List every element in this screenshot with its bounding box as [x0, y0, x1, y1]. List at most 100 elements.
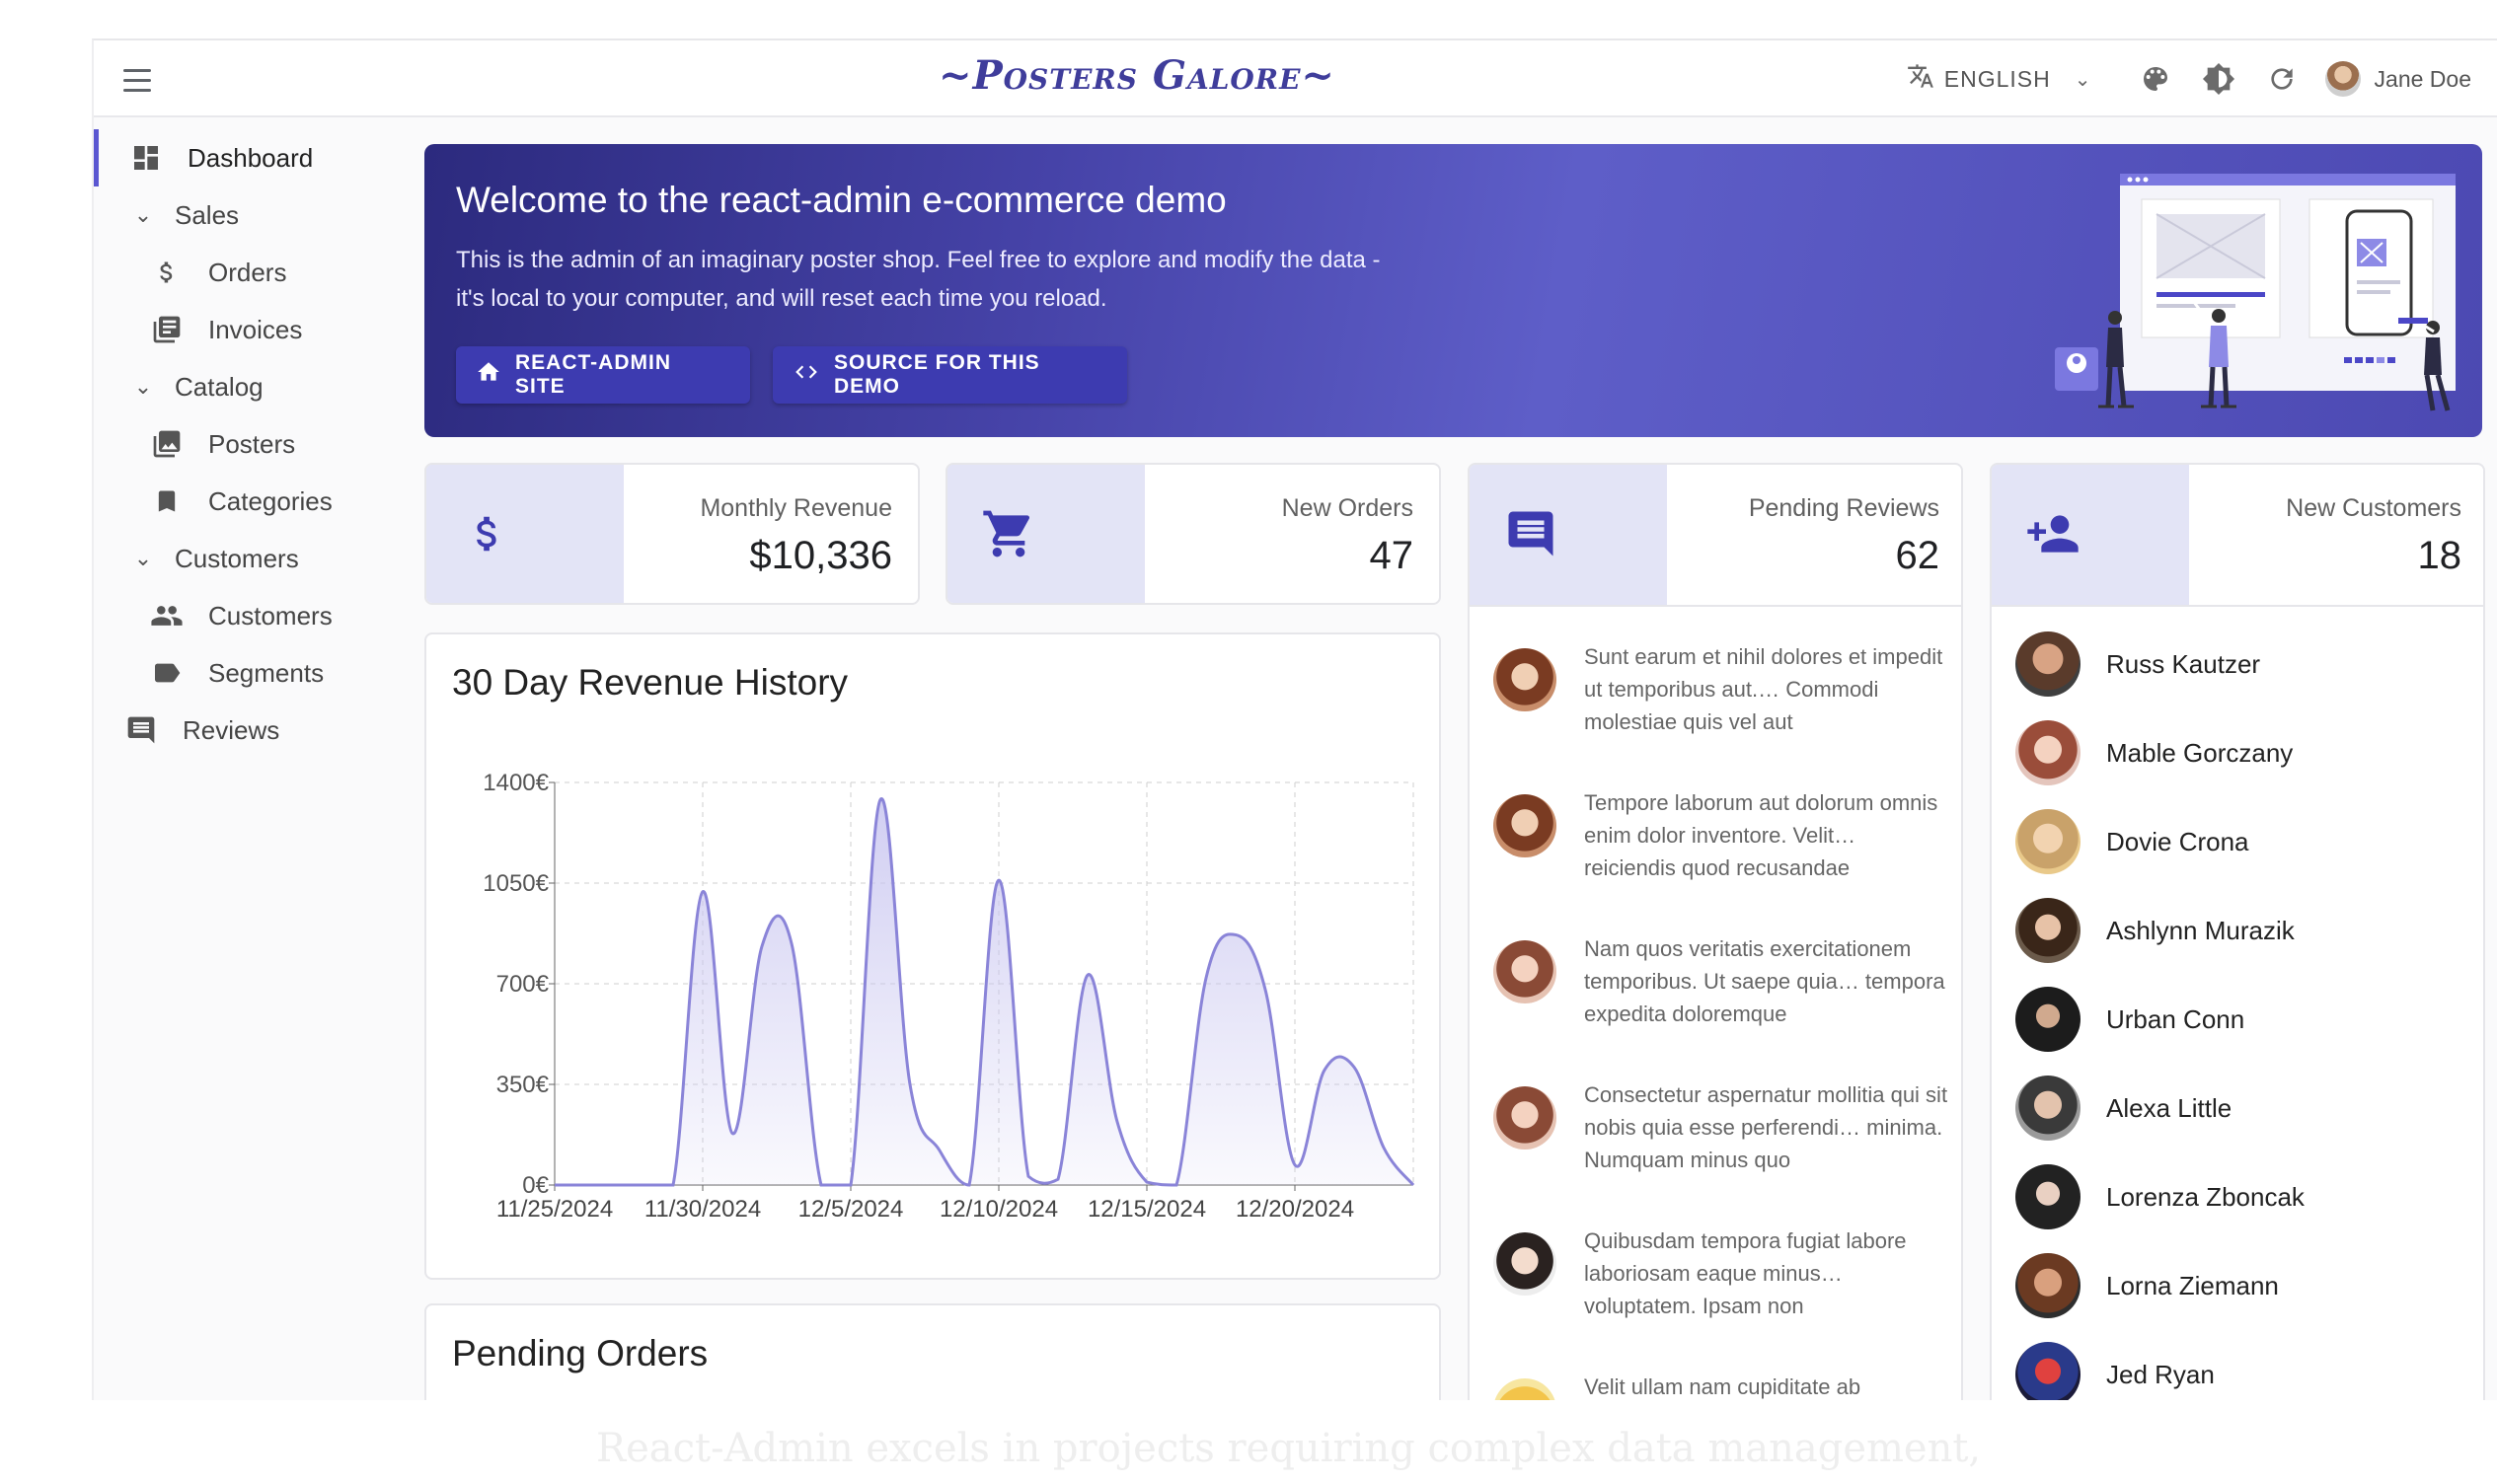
app-window: ~Posters Galore~ ENGLISH ⌄ Jane Doe Dash… [92, 38, 2497, 1402]
sidebar-item-label: Customers [175, 543, 299, 573]
customer-name: Lorenza Zboncak [2106, 1181, 2305, 1212]
customer-item[interactable]: Russ Kautzer [2015, 631, 2479, 698]
menu-icon[interactable] [117, 60, 157, 100]
reviewer-avatar [1493, 940, 1556, 1003]
sidebar-group-catalog[interactable]: ⌄ Catalog [94, 358, 410, 415]
stat-label: Monthly Revenue [700, 494, 892, 522]
customer-name: Urban Conn [2106, 1003, 2245, 1034]
sidebar-item-label: Sales [175, 199, 240, 230]
sidebar-item-label: Categories [208, 485, 333, 516]
customer-avatar [2015, 1253, 2081, 1318]
new-customers-card: New Customers 18 Russ Kautzer Mable Gorc… [1990, 463, 2485, 1402]
sidebar-group-customers[interactable]: ⌄ Customers [94, 530, 410, 587]
shopping-cart-icon [981, 506, 1036, 561]
y-tick-label: 350€ [496, 1072, 550, 1098]
chevron-down-icon: ⌄ [2074, 68, 2092, 91]
sidebar-item-dashboard[interactable]: Dashboard [94, 129, 410, 186]
review-text: Consectetur aspernatur mollitia qui sit … [1584, 1082, 1948, 1172]
sidebar-item-label: Customers [208, 600, 333, 631]
person-add-icon [2025, 506, 2081, 561]
theme-toggle-icon[interactable] [2199, 59, 2238, 99]
invoices-icon [149, 312, 185, 347]
customer-name: Ashlynn Murazik [2106, 915, 2295, 945]
customer-avatar [2015, 898, 2081, 963]
stat-value: 62 [1895, 534, 1940, 577]
review-text: Sunt earum et nihil dolores et impedit u… [1584, 644, 1943, 734]
customer-item[interactable]: Urban Conn [2015, 986, 2479, 1053]
comment-icon [123, 712, 159, 748]
customer-item[interactable]: Lorna Ziemann [2015, 1252, 2479, 1319]
reviewer-avatar [1493, 794, 1556, 857]
pending-reviews-header[interactable]: Pending Reviews 62 [1470, 465, 1961, 607]
customer-name: Dovie Crona [2106, 826, 2249, 856]
user-menu[interactable]: Jane Doe [2324, 61, 2471, 97]
user-name: Jane Doe [2374, 65, 2471, 92]
page-footer: React-Admin excels in projects requiring… [0, 1400, 2497, 1484]
card-decoration [947, 465, 1145, 603]
dollar-icon [460, 506, 515, 561]
welcome-title: Welcome to the react-admin e-commerce de… [456, 180, 1227, 220]
new-customers-header[interactable]: New Customers 18 [1992, 465, 2483, 607]
sidebar: Dashboard ⌄ Sales Orders Invoices ⌄ Cata… [94, 119, 429, 1402]
reviewer-avatar [1493, 1232, 1556, 1296]
sidebar-item-customers[interactable]: Customers [94, 587, 410, 644]
x-tick-label: 12/5/2024 [798, 1196, 904, 1223]
button-label: REACT-ADMIN SITE [515, 351, 671, 398]
customer-item[interactable]: Mable Gorczany [2015, 719, 2479, 786]
sidebar-item-label: Orders [208, 257, 287, 287]
stat-value: $10,336 [749, 534, 892, 577]
monthly-revenue-card[interactable]: Monthly Revenue $10,336 [424, 463, 920, 605]
reviewer-avatar [1493, 648, 1556, 711]
sidebar-item-posters[interactable]: Posters [94, 415, 410, 473]
welcome-text-line: This is the admin of an imaginary poster… [456, 247, 1381, 273]
chevron-down-icon: ⌄ [133, 202, 153, 227]
customer-item[interactable]: Ashlynn Murazik [2015, 897, 2479, 964]
x-tick-label: 12/20/2024 [1236, 1196, 1354, 1223]
stat-value: 18 [2417, 534, 2462, 577]
customer-item[interactable]: Alexa Little [2015, 1075, 2479, 1142]
comment-icon [1503, 506, 1558, 561]
customer-name: Russ Kautzer [2106, 648, 2261, 679]
stat-value: 47 [1369, 534, 1414, 577]
sidebar-item-invoices[interactable]: Invoices [94, 301, 410, 358]
customer-avatar [2015, 720, 2081, 785]
customer-avatar [2015, 809, 2081, 874]
user-avatar [2324, 61, 2361, 97]
y-tick-label: 0€ [522, 1172, 549, 1199]
welcome-text: This is the admin of an imaginary poster… [456, 241, 1492, 318]
refresh-icon[interactable] [2262, 59, 2302, 99]
revenue-history-card: 30 Day Revenue History 0€ 350€ 700€ 1050€ 14… [424, 632, 1441, 1280]
sidebar-item-orders[interactable]: Orders [94, 244, 410, 301]
y-tick-label: 1050€ [483, 870, 549, 897]
language-selector[interactable]: ENGLISH ⌄ [1907, 62, 2092, 97]
customer-item[interactable]: Lorenza Zboncak [2015, 1163, 2479, 1230]
sidebar-item-reviews[interactable]: Reviews [94, 702, 410, 759]
card-decoration [426, 465, 624, 603]
sidebar-group-sales[interactable]: ⌄ Sales [94, 186, 410, 244]
translate-icon [1907, 62, 1934, 97]
new-orders-card[interactable]: New Orders 47 [946, 463, 1441, 605]
dollar-icon [149, 255, 185, 290]
image-icon [149, 426, 185, 462]
sidebar-item-label: Segments [208, 657, 325, 688]
review-text: Quibusdam tempora fugiat labore laborios… [1584, 1228, 1907, 1318]
dashboard-icon [128, 140, 164, 176]
review-text: Tempore laborum aut dolorum omnis enim d… [1584, 790, 1938, 880]
welcome-text-line: it's local to your computer, and will re… [456, 285, 1107, 312]
welcome-banner: Welcome to the react-admin e-commerce de… [424, 144, 2482, 437]
customer-item[interactable]: Jed Ryan [2015, 1341, 2479, 1402]
review-text: Nam quos veritatis exercitationem tempor… [1584, 936, 1945, 1026]
button-label: SOURCE FOR THIS DEMO [834, 351, 1040, 398]
sidebar-item-categories[interactable]: Categories [94, 473, 410, 530]
customer-item[interactable]: Dovie Crona [2015, 808, 2479, 875]
app-bar: ~Posters Galore~ ENGLISH ⌄ Jane Doe [94, 40, 2497, 117]
stat-label: New Customers [2286, 494, 2461, 522]
sidebar-item-segments[interactable]: Segments [94, 644, 410, 702]
source-for-demo-button[interactable]: SOURCE FOR THIS DEMO [773, 346, 1127, 404]
palette-icon[interactable] [2136, 59, 2175, 99]
reviewer-avatar [1493, 1086, 1556, 1150]
pending-orders-title: Pending Orders [452, 1333, 709, 1373]
home-icon [476, 359, 501, 391]
react-admin-site-button[interactable]: REACT-ADMIN SITE [456, 346, 750, 404]
pending-reviews-card: Pending Reviews 62 Sunt earum et nihil d… [1468, 463, 1963, 1402]
